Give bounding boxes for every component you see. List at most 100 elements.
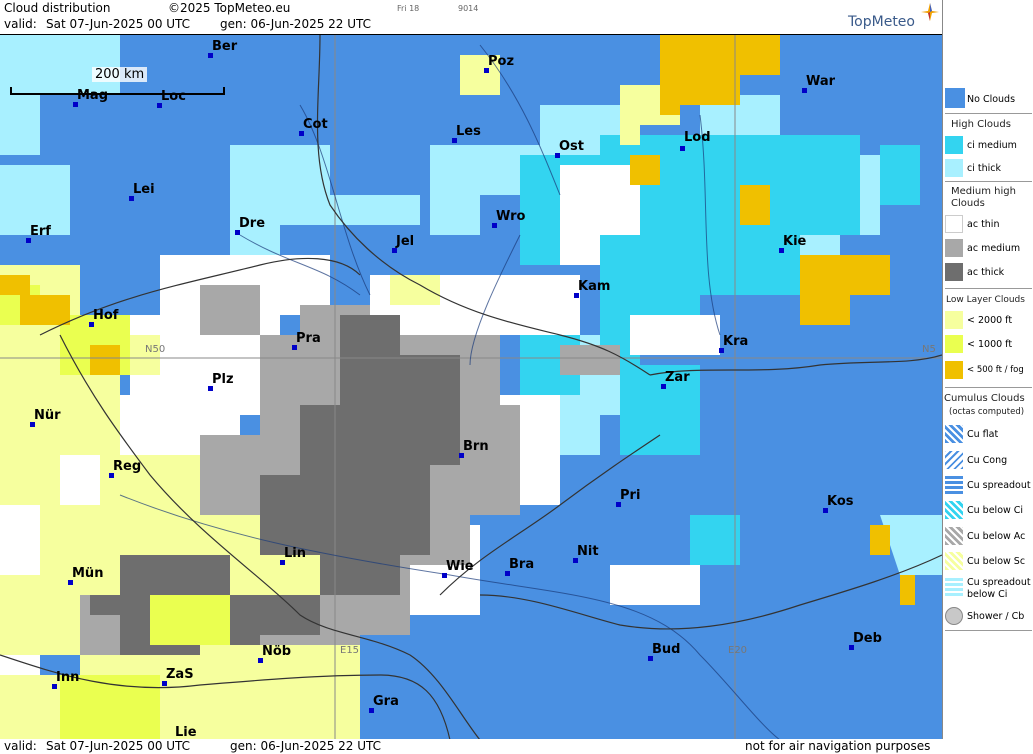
legend-cu-heading-2: (octas computed) [949,407,1025,417]
city-label[interactable]: Wie [446,559,474,574]
cloud-map[interactable]: N50 N5 E15 E20 200 km Ber Poz War Mag Lo… [0,34,942,740]
legend-low-1000: < 1000 ft [967,339,1013,350]
legend-swatch-ac-medium [945,239,963,257]
city-label[interactable]: Zar [665,370,690,385]
legend-swatch-low-1000 [945,335,963,353]
city-label[interactable]: Deb [853,631,882,646]
legend-swatch-low-2000 [945,311,963,329]
footer-bar: valid: Sat 07-Jun-2025 00 UTC gen: 06-Ju… [0,739,1033,754]
city-label[interactable]: Hof [93,308,118,323]
legend-ci-medium: ci medium [967,140,1017,151]
city-label[interactable]: Erf [30,224,51,239]
city-label[interactable]: Kam [578,279,610,294]
legend-swatch-ci-medium [945,136,963,154]
city-label[interactable]: Brn [463,439,489,454]
legend-ci-thick: ci thick [967,163,1001,174]
legend-cu-heading-1: Cumulus Clouds [944,393,1025,404]
city-label[interactable]: Kie [783,234,806,249]
city-label[interactable]: Les [456,124,481,139]
legend-swatch-ci-thick [945,159,963,177]
legend-no-clouds: No Clouds [967,94,1016,105]
legend-high-heading: High Clouds [951,119,1011,130]
header-bar: Cloud distribution ©2025 TopMeteo.eu Fri… [0,0,942,34]
legend-cu-cong: Cu Cong [967,455,1008,466]
city-label[interactable]: Ber [212,39,237,54]
legend-medium-heading-2: Clouds [951,198,985,209]
grid-label-e20: E20 [728,645,748,656]
legend-cu-below-ac: Cu below Ac [967,531,1026,542]
scale-bar: 200 km [10,67,225,101]
city-label[interactable]: Ost [559,139,584,154]
city-label[interactable]: Lod [684,130,711,145]
legend-divider [945,387,1032,388]
city-label[interactable]: Wro [496,209,525,224]
city-label[interactable]: Reg [113,459,141,474]
city-label[interactable]: Inn [56,670,79,685]
city-label[interactable]: Nöb [262,644,291,659]
legend-swatch-shower-icon [945,607,963,625]
scale-label: 200 km [92,67,148,82]
legend-ac-medium: ac medium [967,243,1021,254]
legend-cu-spread-ci-2: below Ci [967,589,1008,600]
city-label[interactable]: Kos [827,494,854,509]
legend-swatch-cu-spread [945,476,963,494]
header-small-code: 9014 [458,4,479,13]
city-label[interactable]: War [806,74,835,89]
legend-swatch-ac-thin [945,215,963,233]
city-label[interactable]: Jel [396,234,414,249]
legend-panel: No Clouds High Clouds ci medium ci thick… [942,0,1033,739]
legend-swatch-ac-thick [945,263,963,281]
city-label[interactable]: Lie [175,725,197,740]
city-label[interactable]: Bra [509,557,534,572]
city-label[interactable]: Loc [161,89,186,104]
legend-cu-below-sc: Cu below Sc [967,556,1026,567]
legend-low-heading: Low Layer Clouds [946,295,1025,305]
city-label[interactable]: Nür [34,408,61,423]
footer-generated-time: gen: 06-Jun-2025 22 UTC [230,739,382,753]
legend-swatch-cu-below-ac [945,527,963,545]
legend-divider [945,630,1032,631]
map-title: Cloud distribution [4,1,111,15]
city-label[interactable]: Mün [72,566,103,581]
grid-label-n50: N50 [145,344,166,355]
city-label[interactable]: Lei [133,182,155,197]
legend-cu-spread-ci-1: Cu spreadout [967,577,1031,588]
city-label[interactable]: Pra [296,331,321,346]
legend-swatch-no-clouds [945,88,965,108]
city-label[interactable]: Lin [284,546,306,561]
copyright: ©2025 TopMeteo.eu [168,1,291,15]
legend-divider [945,113,1032,114]
city-label[interactable]: Nit [577,544,599,559]
city-label[interactable]: Mag [77,88,108,103]
legend-cu-spread: Cu spreadout [967,480,1031,491]
legend-medium-heading-1: Medium high [951,186,1016,197]
scale-bar-line [10,87,225,95]
generated-time: gen: 06-Jun-2025 22 UTC [220,17,372,31]
city-label[interactable]: Cot [303,117,328,132]
city-label[interactable]: Gra [373,694,399,709]
city-label[interactable]: Plz [212,372,234,387]
city-label[interactable]: ZaS [166,667,194,682]
city-label[interactable]: Poz [488,54,514,69]
legend-swatch-low-500 [945,361,963,379]
legend-swatch-cu-spread-ci [945,578,963,596]
city-label[interactable]: Pri [620,488,640,503]
header-small-label: Fri 18 [397,4,420,13]
footer-valid-label: valid: [4,739,37,753]
topmeteo-logo: TopMeteo [848,14,915,30]
legend-cu-flat: Cu flat [967,429,999,440]
legend-divider [945,288,1032,289]
footer-valid-time: Sat 07-Jun-2025 00 UTC [46,739,191,753]
city-label[interactable]: Kra [723,334,748,349]
city-label[interactable]: Dre [239,216,265,231]
legend-ac-thin: ac thin [967,219,1000,230]
legend-swatch-cu-below-ci [945,501,963,519]
grid-label-e15: E15 [340,645,360,656]
valid-label: valid: [4,17,37,31]
city-marker [680,146,685,151]
legend-swatch-cu-cong [945,451,963,469]
grid-label-n5: N5 [922,344,936,355]
city-label[interactable]: Bud [652,642,680,657]
legend-ac-thick: ac thick [967,267,1005,278]
legend-swatch-cu-below-sc [945,552,963,570]
